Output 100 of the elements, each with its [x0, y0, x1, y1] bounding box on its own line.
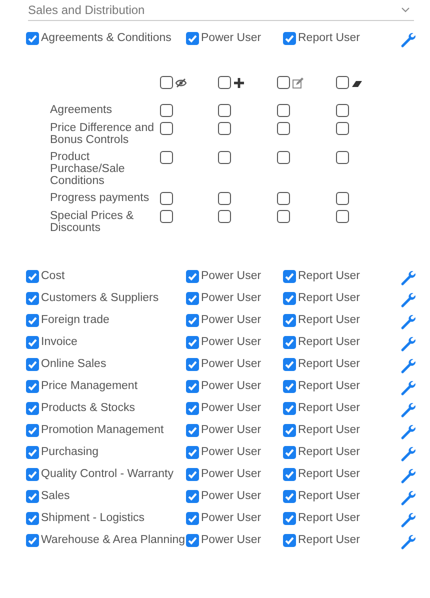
checkbox[interactable]	[336, 151, 349, 164]
report-user-label: Report User	[298, 424, 360, 437]
checkbox[interactable]	[218, 151, 231, 164]
checkbox[interactable]	[26, 292, 39, 305]
report-user-label: Report User	[298, 490, 360, 503]
checkbox[interactable]	[160, 151, 173, 164]
power-user-label: Power User	[201, 468, 262, 481]
power-user-label: Power User	[201, 446, 262, 459]
checkbox[interactable]	[186, 314, 199, 327]
checkbox[interactable]	[26, 270, 39, 283]
checkbox[interactable]	[186, 336, 199, 349]
checkbox[interactable]	[186, 446, 199, 459]
checkbox[interactable]	[283, 336, 296, 349]
permission-label: Special Prices & Discounts	[50, 210, 135, 234]
checkbox[interactable]	[283, 534, 296, 547]
checkbox[interactable]	[277, 210, 290, 223]
checkbox[interactable]	[186, 424, 199, 437]
checkbox[interactable]	[160, 210, 173, 223]
checkbox[interactable]	[26, 468, 39, 481]
checkbox[interactable]	[336, 210, 349, 223]
checkbox[interactable]	[218, 104, 231, 117]
checkbox[interactable]	[277, 122, 290, 135]
wrench-icon[interactable]	[400, 358, 416, 374]
checkbox[interactable]	[336, 104, 349, 117]
checkbox[interactable]	[26, 314, 39, 327]
permission-label: Agreements	[50, 104, 114, 116]
checkbox[interactable]	[26, 446, 39, 459]
wrench-icon[interactable]	[400, 402, 416, 418]
checkbox[interactable]	[277, 104, 290, 117]
checkbox[interactable]	[283, 314, 296, 327]
checkbox[interactable]	[160, 122, 173, 135]
checkbox[interactable]	[26, 402, 39, 415]
checkbox[interactable]	[186, 402, 199, 415]
wrench-icon[interactable]	[400, 270, 416, 286]
checkbox[interactable]	[186, 512, 199, 525]
wrench-icon[interactable]	[400, 380, 416, 396]
checkbox[interactable]	[160, 104, 173, 117]
checkbox[interactable]	[283, 468, 296, 481]
checkbox[interactable]	[218, 76, 231, 89]
checkbox[interactable]	[26, 358, 39, 371]
checkbox[interactable]	[186, 490, 199, 503]
dropdown[interactable]: Sales and Distribution	[28, 0, 414, 21]
report-user-label: Report User	[298, 534, 360, 547]
checkbox[interactable]	[277, 192, 290, 205]
power-user-label: Power User	[201, 490, 262, 503]
checkbox[interactable]	[218, 210, 231, 223]
checkbox[interactable]	[186, 534, 199, 547]
wrench-icon[interactable]	[400, 490, 416, 506]
wrench-icon[interactable]	[400, 32, 416, 48]
wrench-icon[interactable]	[400, 424, 416, 440]
wrench-icon[interactable]	[400, 446, 416, 462]
report-user-label: Report User	[298, 380, 360, 393]
checkbox[interactable]	[186, 292, 199, 305]
report-user-label: Report User	[298, 314, 360, 327]
checkbox[interactable]	[160, 192, 173, 205]
checkbox[interactable]	[283, 380, 296, 393]
checkbox[interactable]	[26, 32, 39, 45]
checkbox[interactable]	[283, 32, 296, 45]
report-user-label: Report User	[298, 32, 360, 45]
checkbox[interactable]	[218, 122, 231, 135]
wrench-icon[interactable]	[400, 534, 416, 550]
wrench-icon[interactable]	[400, 468, 416, 484]
module-label: Warehouse & Area Planning	[41, 534, 186, 547]
checkbox[interactable]	[186, 358, 199, 371]
checkbox[interactable]	[283, 512, 296, 525]
wrench-icon[interactable]	[400, 292, 416, 308]
plus-icon	[233, 76, 245, 88]
checkbox[interactable]	[336, 192, 349, 205]
power-user-label: Power User	[201, 534, 262, 547]
checkbox[interactable]	[336, 76, 349, 89]
checkbox[interactable]	[186, 380, 199, 393]
checkbox[interactable]	[277, 76, 290, 89]
checkbox[interactable]	[186, 32, 199, 45]
checkbox[interactable]	[283, 358, 296, 371]
checkbox[interactable]	[283, 292, 296, 305]
checkbox[interactable]	[283, 490, 296, 503]
checkbox[interactable]	[283, 446, 296, 459]
checkbox[interactable]	[218, 192, 231, 205]
checkbox[interactable]	[336, 122, 349, 135]
wrench-icon[interactable]	[400, 314, 416, 330]
wrench-icon[interactable]	[400, 512, 416, 528]
power-user-label: Power User	[201, 32, 262, 45]
checkbox[interactable]	[26, 424, 39, 437]
checkbox[interactable]	[186, 270, 199, 283]
checkbox[interactable]	[283, 424, 296, 437]
checkbox[interactable]	[283, 270, 296, 283]
checkbox[interactable]	[26, 336, 39, 349]
checkbox[interactable]	[277, 151, 290, 164]
power-user-label: Power User	[201, 424, 262, 437]
checkbox[interactable]	[26, 512, 39, 525]
checkbox[interactable]	[26, 534, 39, 547]
report-user-label: Report User	[298, 512, 360, 525]
checkbox[interactable]	[283, 402, 296, 415]
checkbox[interactable]	[26, 380, 39, 393]
checkbox[interactable]	[160, 76, 173, 89]
report-user-label: Report User	[298, 468, 360, 481]
wrench-icon[interactable]	[400, 336, 416, 352]
report-user-label: Report User	[298, 402, 360, 415]
checkbox[interactable]	[186, 468, 199, 481]
checkbox[interactable]	[26, 490, 39, 503]
